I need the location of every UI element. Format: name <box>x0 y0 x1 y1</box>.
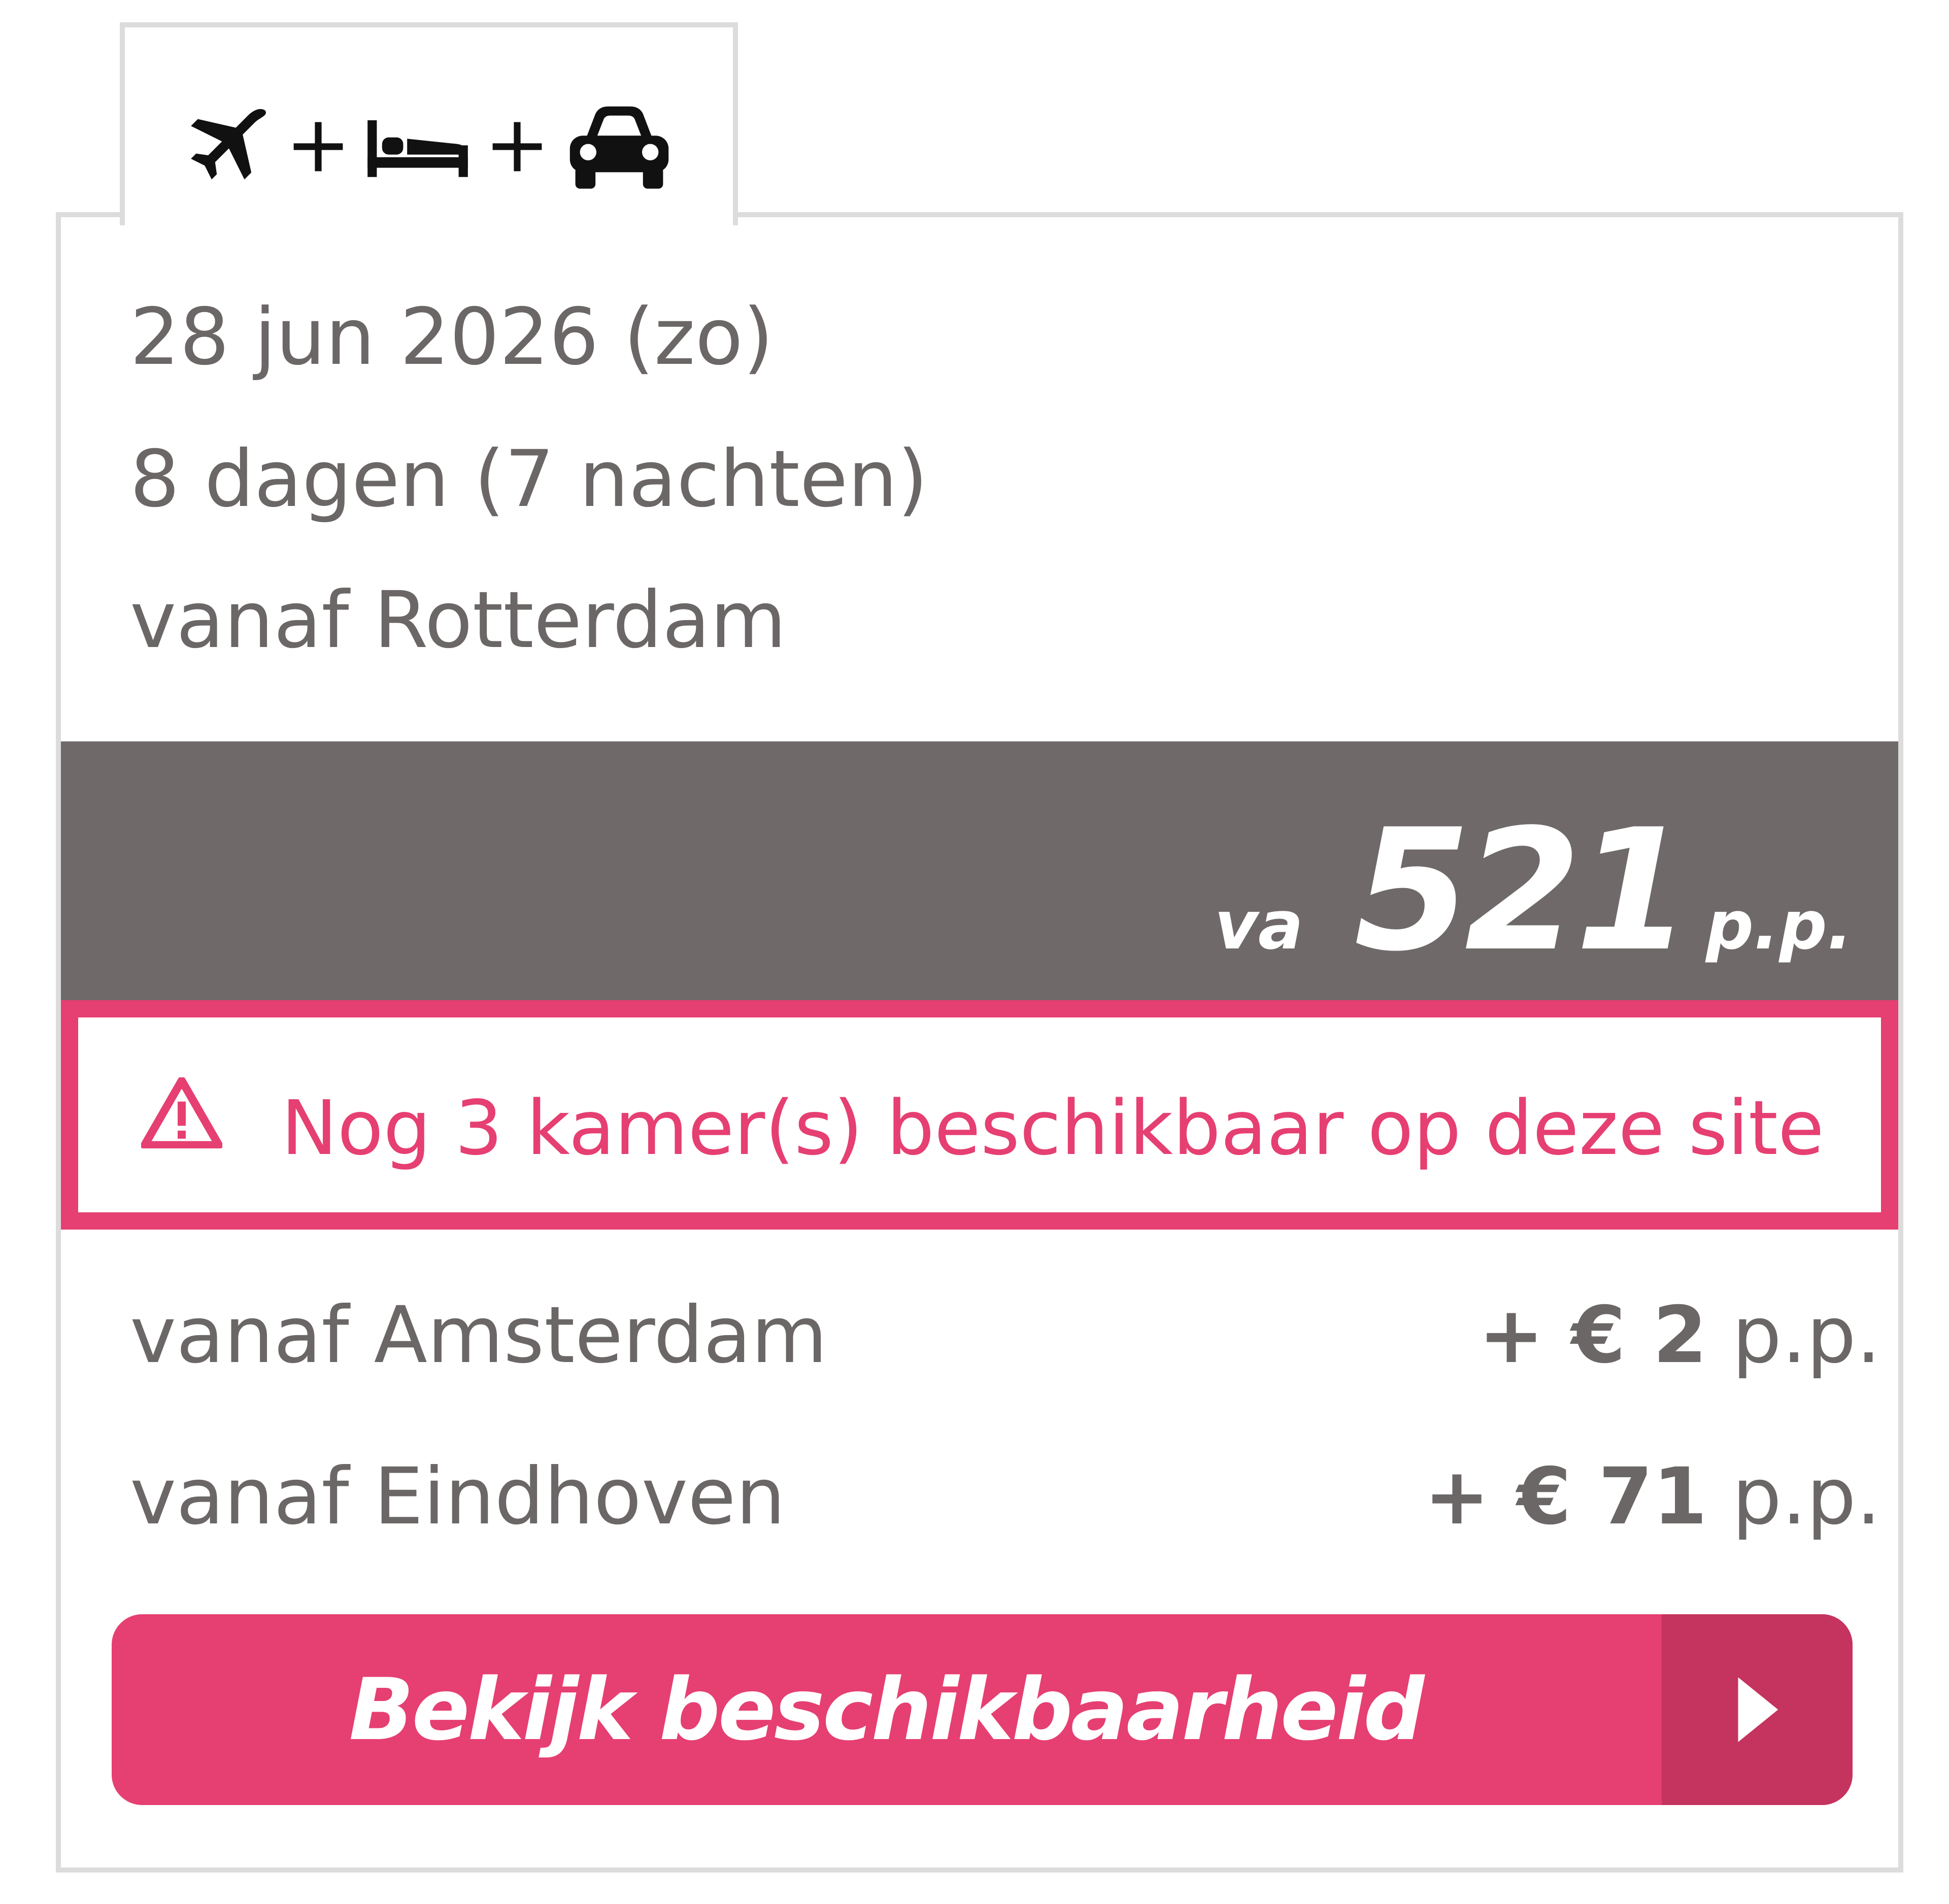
check-availability-label: Bekijk beschikbaarheid <box>349 1660 1424 1759</box>
offer-card: 28 jun 2026 (zo) 8 dagen (7 nachten) van… <box>56 212 1903 1873</box>
price-suffix: p.p. <box>1705 887 1853 965</box>
trip-duration: 8 dagen (7 nachten) <box>130 434 928 525</box>
availability-alert-text: Nog 3 kamer(s) beschikbaar op deze site <box>281 1084 1824 1172</box>
check-availability-button[interactable]: Bekijk beschikbaarheid <box>112 1614 1853 1805</box>
price-unit: p.p. <box>1732 1451 1881 1542</box>
price-surcharge: + € 71 <box>1424 1451 1707 1542</box>
chevron-right-icon <box>1738 1677 1778 1742</box>
alternative-departure-row: vanaf Amsterdam + € 2 p.p. <box>130 1290 1881 1391</box>
cta-arrow-box[interactable] <box>1662 1614 1853 1805</box>
price-band: va 521 p.p. <box>61 741 1898 1000</box>
price: va 521 p.p. <box>1214 793 1853 988</box>
package-type-icons <box>186 88 675 205</box>
departure-date: 28 jun 2026 (zo) <box>130 292 774 383</box>
alternative-departure-price: + € 71 p.p. <box>1424 1451 1881 1542</box>
alternative-departure-price: + € 2 p.p. <box>1478 1290 1881 1381</box>
alternative-departure-label: vanaf Amsterdam <box>130 1290 828 1381</box>
price-prefix: va <box>1214 887 1303 965</box>
plus-icon <box>293 122 343 172</box>
airplane-icon <box>191 109 266 180</box>
car-icon <box>569 106 669 189</box>
price-surcharge: + € 2 <box>1478 1290 1707 1381</box>
price-amount: 521 <box>1354 793 1692 988</box>
alternative-departure-label: vanaf Eindhoven <box>130 1451 786 1542</box>
warning-triangle-icon <box>141 1077 222 1148</box>
package-type-tab[interactable] <box>120 22 738 225</box>
price-unit: p.p. <box>1732 1290 1881 1381</box>
departure-airport: vanaf Rotterdam <box>130 575 787 666</box>
alternative-departure-row: vanaf Eindhoven + € 71 p.p. <box>130 1451 1881 1553</box>
availability-alert: Nog 3 kamer(s) beschikbaar op deze site <box>61 1000 1898 1230</box>
bed-icon <box>367 120 468 177</box>
plus-icon <box>492 122 542 172</box>
